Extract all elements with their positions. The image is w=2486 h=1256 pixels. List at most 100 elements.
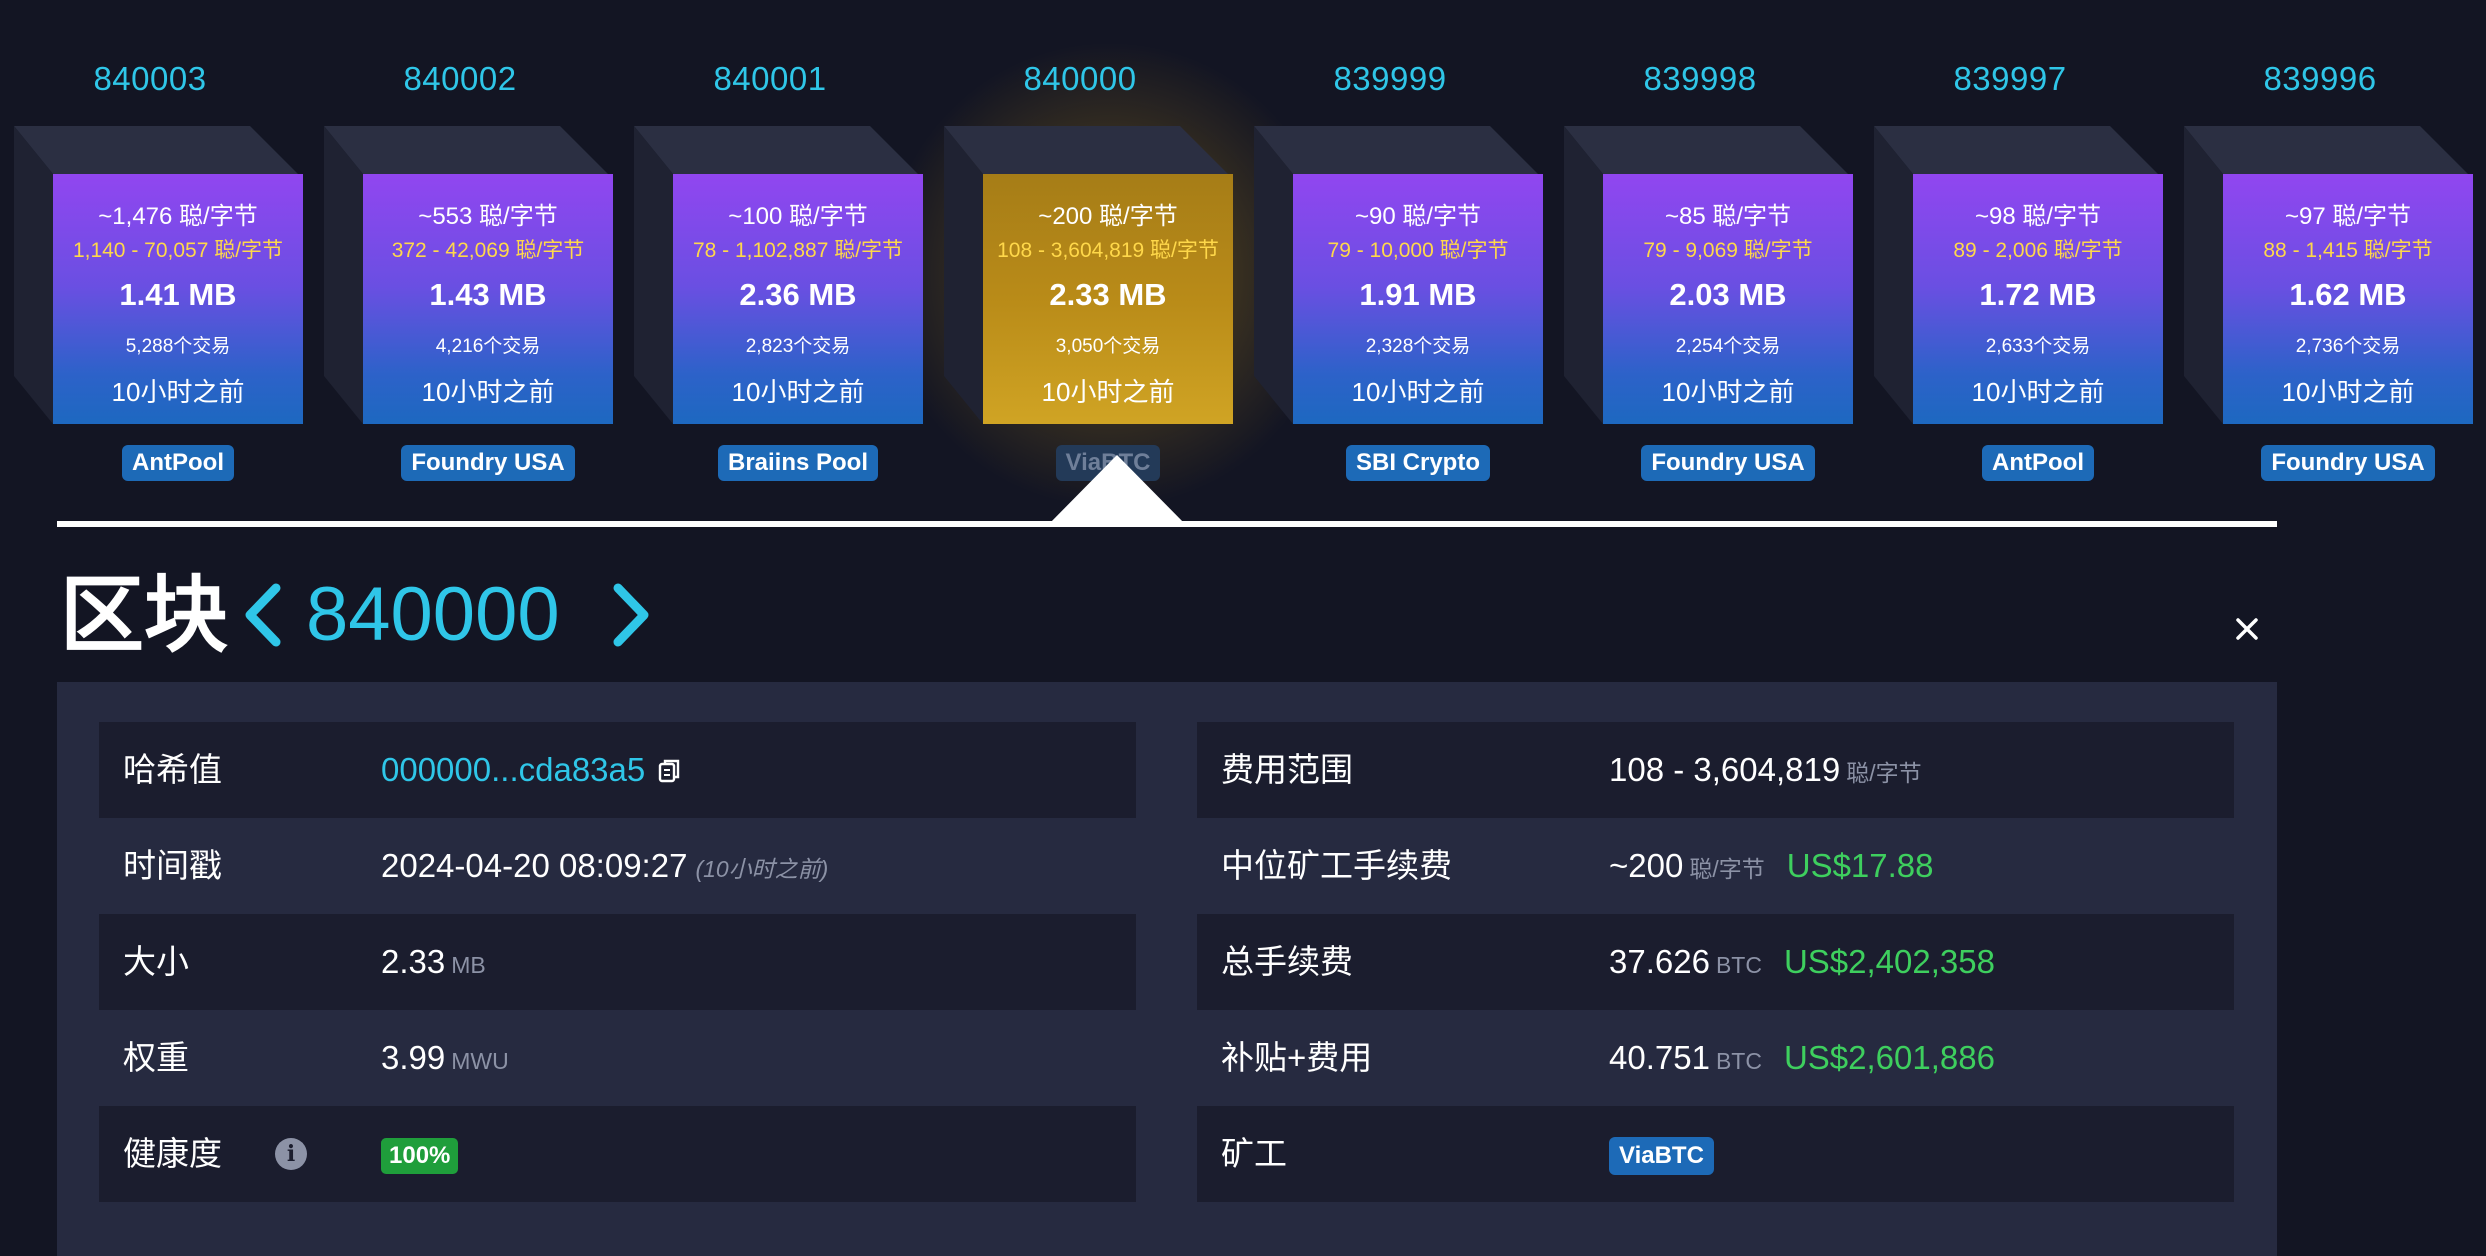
- block-height[interactable]: 839998: [1550, 60, 1850, 98]
- cube-top: [1564, 126, 1848, 174]
- size-value: 2.33: [381, 943, 446, 980]
- row-value: 37.626 BTC US$2,402,358: [1609, 914, 1995, 1013]
- time-ago: 10小时之前: [2281, 377, 2415, 407]
- time-ago: 10小时之前: [1971, 377, 2105, 407]
- chevron-right-icon[interactable]: [608, 582, 654, 648]
- cube-face[interactable]: ~553 聪/字节 372 - 42,069 聪/字节 1.43 MB 4,21…: [363, 174, 613, 424]
- median-fee: ~90 聪/字节: [1354, 203, 1482, 230]
- median-fee-unit: 聪/字节: [1689, 856, 1765, 882]
- row-label: 补贴+费用: [1221, 1039, 1373, 1076]
- fee-range: 79 - 9,069 聪/字节: [1643, 239, 1813, 262]
- block-tile-selected[interactable]: 840000 ~200 聪/字节 108 - 3,604,819 聪/字节 2.…: [930, 0, 1233, 500]
- block-height[interactable]: 840000: [930, 60, 1230, 98]
- pool-badge[interactable]: Foundry USA: [2261, 445, 2435, 481]
- cube-face[interactable]: ~1,476 聪/字节 1,140 - 70,057 聪/字节 1.41 MB …: [53, 174, 303, 424]
- block-height[interactable]: 840001: [620, 60, 920, 98]
- block-height[interactable]: 839999: [1240, 60, 1540, 98]
- cube-face[interactable]: ~200 聪/字节 108 - 3,604,819 聪/字节 2.33 MB 3…: [983, 174, 1233, 424]
- row-value: ViaBTC: [1609, 1106, 1714, 1202]
- block-tile[interactable]: 840002 ~553 聪/字节 372 - 42,069 聪/字节 1.43 …: [310, 0, 613, 500]
- detail-row-median-fee: 中位矿工手续费 ~200 聪/字节 US$17.88: [1197, 818, 2234, 914]
- row-value: 108 - 3,604,819 聪/字节: [1609, 722, 1922, 821]
- block-cube[interactable]: ~1,476 聪/字节 1,140 - 70,057 聪/字节 1.41 MB …: [14, 126, 303, 424]
- copy-icon[interactable]: [657, 726, 683, 783]
- tx-count: 2,736个交易: [2295, 336, 2401, 357]
- cube-top: [634, 126, 918, 174]
- detail-row-hash: 哈希值 000000...cda83a5: [99, 722, 1136, 818]
- block-tile[interactable]: 839999 ~90 聪/字节 79 - 10,000 聪/字节 1.91 MB…: [1240, 0, 1543, 500]
- detail-row-size: 大小 2.33 MB: [99, 914, 1136, 1010]
- total-fees-unit: BTC: [1715, 952, 1762, 978]
- pool-badge[interactable]: Foundry USA: [1641, 445, 1815, 481]
- details-right-column: 费用范围 108 - 3,604,819 聪/字节 中位矿工手续费 ~200 聪/字…: [1197, 722, 2234, 1202]
- block-size: 1.43 MB: [429, 277, 547, 312]
- weight-value: 3.99: [381, 1039, 446, 1076]
- pool-badge[interactable]: AntPool: [1982, 445, 2094, 481]
- block-tile[interactable]: 839998 ~85 聪/字节 79 - 9,069 聪/字节 2.03 MB …: [1550, 0, 1853, 500]
- cube-side: [634, 126, 673, 424]
- cube-top: [944, 126, 1228, 174]
- timestamp-value: 2024-04-20 08:09:27: [381, 847, 688, 884]
- block-height[interactable]: 839997: [1860, 60, 2160, 98]
- subsidy-fees-value: 40.751: [1609, 1039, 1710, 1076]
- cube-side: [2184, 126, 2223, 424]
- pool-badge[interactable]: SBI Crypto: [1345, 445, 1490, 481]
- row-label: 时间戳: [123, 847, 222, 884]
- blockchain-strip: 840003 ~1,476 聪/字节 1,140 - 70,057 聪/字节 1…: [0, 0, 2486, 530]
- row-value: 2024-04-20 08:09:27 (10小时之前): [381, 818, 828, 917]
- chevron-left-icon[interactable]: [240, 582, 286, 648]
- health-badge: 100%: [381, 1138, 459, 1175]
- detail-row-weight: 权重 3.99 MWU: [99, 1010, 1136, 1106]
- median-fee: ~100 聪/字节: [728, 203, 868, 230]
- median-fee: ~553 聪/字节: [418, 203, 558, 230]
- cube-side: [14, 126, 53, 424]
- time-ago: 10小时之前: [731, 377, 865, 407]
- row-label: 费用范围: [1221, 751, 1353, 788]
- row-value: 000000...cda83a5: [381, 722, 683, 818]
- block-height[interactable]: 840002: [310, 60, 610, 98]
- pool-badge[interactable]: Braiins Pool: [717, 445, 879, 481]
- detail-row-miner: 矿工 ViaBTC: [1197, 1106, 2234, 1202]
- block-size: 2.36 MB: [739, 277, 857, 312]
- time-ago: 10小时之前: [1351, 377, 1485, 407]
- cube-face[interactable]: ~97 聪/字节 88 - 1,415 聪/字节 1.62 MB 2,736个交…: [2223, 174, 2473, 424]
- block-size: 2.03 MB: [1669, 277, 1787, 312]
- block-cube[interactable]: ~98 聪/字节 89 - 2,006 聪/字节 1.72 MB 2,633个交…: [1874, 126, 2163, 424]
- hash-link[interactable]: 000000...cda83a5: [381, 751, 645, 788]
- fee-range: 88 - 1,415 聪/字节: [2263, 239, 2433, 262]
- block-tile[interactable]: 840001 ~100 聪/字节 78 - 1,102,887 聪/字节 2.3…: [620, 0, 923, 500]
- cube-top: [14, 126, 298, 174]
- miner-badge[interactable]: ViaBTC: [1609, 1137, 1714, 1176]
- row-label: 权重: [123, 1039, 189, 1076]
- median-fee: ~200 聪/字节: [1038, 203, 1178, 230]
- median-fee: ~98 聪/字节: [1974, 203, 2102, 230]
- fee-range: 79 - 10,000 聪/字节: [1327, 239, 1509, 262]
- block-tile[interactable]: 839997 ~98 聪/字节 89 - 2,006 聪/字节 1.72 MB …: [1860, 0, 2163, 500]
- close-icon[interactable]: [2230, 612, 2264, 646]
- cube-face[interactable]: ~100 聪/字节 78 - 1,102,887 聪/字节 2.36 MB 2,…: [673, 174, 923, 424]
- block-cube[interactable]: ~85 聪/字节 79 - 9,069 聪/字节 2.03 MB 2,254个交…: [1564, 126, 1853, 424]
- median-fee-usd: US$17.88: [1786, 847, 1934, 884]
- fee-range-unit: 聪/字节: [1846, 760, 1922, 786]
- info-icon[interactable]: i: [275, 1138, 307, 1170]
- block-cube[interactable]: ~97 聪/字节 88 - 1,415 聪/字节 1.62 MB 2,736个交…: [2184, 126, 2473, 424]
- cube-face[interactable]: ~98 聪/字节 89 - 2,006 聪/字节 1.72 MB 2,633个交…: [1913, 174, 2163, 424]
- block-cube[interactable]: ~200 聪/字节 108 - 3,604,819 聪/字节 2.33 MB 3…: [944, 126, 1233, 424]
- time-ago: 10小时之前: [1661, 377, 1795, 407]
- block-tile[interactable]: 840003 ~1,476 聪/字节 1,140 - 70,057 聪/字节 1…: [0, 0, 303, 500]
- detail-row-subsidy-fees: 补贴+费用 40.751 BTC US$2,601,886: [1197, 1010, 2234, 1106]
- cube-face[interactable]: ~90 聪/字节 79 - 10,000 聪/字节 1.91 MB 2,328个…: [1293, 174, 1543, 424]
- block-tile[interactable]: 839996 ~97 聪/字节 88 - 1,415 聪/字节 1.62 MB …: [2170, 0, 2473, 500]
- block-number: 840000: [306, 572, 560, 657]
- block-cube[interactable]: ~90 聪/字节 79 - 10,000 聪/字节 1.91 MB 2,328个…: [1254, 126, 1543, 424]
- block-cube[interactable]: ~100 聪/字节 78 - 1,102,887 聪/字节 2.36 MB 2,…: [634, 126, 923, 424]
- tx-count: 2,633个交易: [1985, 336, 2091, 357]
- total-fees-usd: US$2,402,358: [1783, 943, 1995, 980]
- cube-face[interactable]: ~85 聪/字节 79 - 9,069 聪/字节 2.03 MB 2,254个交…: [1603, 174, 1853, 424]
- pool-badge[interactable]: Foundry USA: [401, 445, 575, 481]
- block-cube[interactable]: ~553 聪/字节 372 - 42,069 聪/字节 1.43 MB 4,21…: [324, 126, 613, 424]
- block-height[interactable]: 840003: [0, 60, 300, 98]
- block-height[interactable]: 839996: [2170, 60, 2470, 98]
- pool-badge[interactable]: AntPool: [122, 445, 234, 481]
- block-size: 1.91 MB: [1359, 277, 1477, 312]
